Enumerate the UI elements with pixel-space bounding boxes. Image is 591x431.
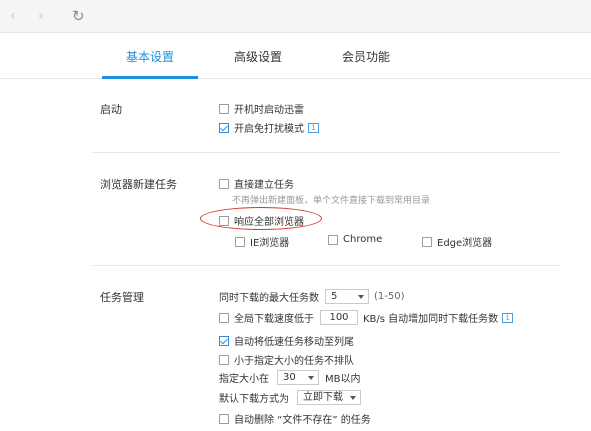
chevron-down-icon [350, 396, 356, 400]
max-tasks-value: 5 [331, 291, 338, 302]
chevron-down-icon [358, 295, 364, 299]
size-limit-label: 指定大小在 [219, 374, 269, 385]
checkbox-box[interactable] [219, 413, 229, 424]
speed-rule-row: 全局下载速度低于 100 KB/s 自动增加同时下载任务数 i [219, 310, 514, 325]
checkbox-box[interactable] [235, 236, 245, 247]
checkbox-auto-delete-missing[interactable]: 自动删除 “文件不存在” 的任务 [219, 411, 371, 426]
checkbox-browser-ie[interactable]: IE浏览器 [235, 234, 289, 249]
checkbox-box-checked[interactable] [219, 122, 229, 133]
section-divider [92, 265, 560, 266]
download-mode-row: 默认下载方式为 立即下载 [219, 390, 361, 405]
max-tasks-label: 同时下载的最大任务数 [219, 293, 319, 304]
settings-tabbar: 基本设置 高级设置 会员功能 [0, 33, 591, 79]
info-icon[interactable]: i [502, 312, 514, 323]
size-limit-unit: MB以内 [325, 374, 361, 385]
section-label-task-management: 任务管理 [100, 291, 144, 304]
checkbox-browser-chrome[interactable]: Chrome [328, 234, 382, 245]
direct-create-hint: 不再弹出新建面板，单个文件直接下载到常用目录 [232, 196, 431, 206]
checkbox-box[interactable] [328, 234, 338, 245]
checkbox-label: 自动将低速任务移动至列尾 [234, 337, 354, 348]
checkbox-label: 开启免打扰模式 [234, 124, 304, 135]
download-mode-value: 立即下载 [303, 392, 343, 403]
checkbox-small-tasks-no-queue[interactable]: 小于指定大小的任务不排队 [219, 352, 354, 367]
max-tasks-range: (1-50) [374, 291, 405, 302]
section-label-browser-task: 浏览器新建任务 [100, 178, 177, 191]
download-mode-select[interactable]: 立即下载 [297, 390, 361, 405]
download-mode-label: 默认下载方式为 [219, 394, 289, 405]
info-icon[interactable]: i [308, 122, 319, 133]
checkbox-box-checked[interactable] [219, 335, 229, 346]
speed-rule-suffix: KB/s 自动增加同时下载任务数 [363, 314, 499, 325]
checkbox-label: 开机时启动迅雷 [234, 105, 304, 116]
checkbox-box[interactable] [219, 103, 229, 114]
section-label-startup: 启动 [100, 103, 122, 116]
checkbox-box[interactable] [422, 236, 432, 247]
max-tasks-select[interactable]: 5 [325, 289, 369, 304]
speed-threshold-input[interactable]: 100 [320, 310, 358, 325]
size-limit-row: 指定大小在 30 MB以内 [219, 370, 361, 385]
checkbox-label: IE浏览器 [250, 238, 290, 249]
tab-member-features[interactable]: 会员功能 [342, 48, 390, 65]
refresh-icon[interactable]: ↻ [72, 8, 85, 24]
back-arrow-icon[interactable]: ‹ [10, 8, 16, 24]
checkbox-speed-rule[interactable] [219, 312, 229, 323]
active-tab-indicator [102, 76, 198, 79]
checkbox-move-slow-to-end[interactable]: 自动将低速任务移动至列尾 [219, 333, 354, 348]
tab-basic-settings[interactable]: 基本设置 [126, 48, 174, 65]
tab-advanced-settings[interactable]: 高级设置 [234, 48, 282, 65]
red-annotation-circle [200, 207, 322, 230]
size-limit-select[interactable]: 30 [277, 370, 319, 385]
size-limit-value: 30 [283, 372, 296, 383]
chevron-down-icon [308, 376, 314, 380]
checkbox-do-not-disturb[interactable]: 开启免打扰模式 i [219, 120, 319, 135]
section-divider [92, 152, 560, 153]
checkbox-label: Chrome [343, 234, 383, 245]
forward-arrow-icon[interactable]: › [38, 8, 44, 24]
max-tasks-row: 同时下载的最大任务数 5 (1-50) [219, 289, 405, 304]
browser-navbar: ‹ › ↻ [0, 0, 591, 33]
checkbox-label: 小于指定大小的任务不排队 [234, 356, 354, 367]
checkbox-box[interactable] [219, 178, 229, 189]
checkbox-box[interactable] [219, 354, 229, 365]
checkbox-browser-edge[interactable]: Edge浏览器 [422, 234, 492, 249]
speed-rule-prefix: 全局下载速度低于 [234, 314, 314, 325]
checkbox-label: 自动删除 “文件不存在” 的任务 [234, 415, 371, 426]
checkbox-label: 直接建立任务 [234, 180, 294, 191]
checkbox-start-on-boot[interactable]: 开机时启动迅雷 [219, 101, 304, 116]
checkbox-label: Edge浏览器 [437, 238, 493, 249]
checkbox-direct-create-task[interactable]: 直接建立任务 [219, 176, 294, 191]
